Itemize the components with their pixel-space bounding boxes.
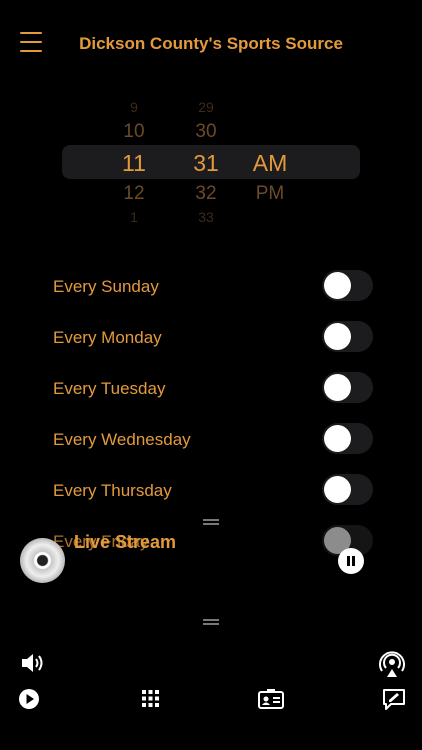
day-label: Every Sunday <box>53 277 159 296</box>
day-label: Every Monday <box>53 328 162 347</box>
time-picker[interactable]: 9 10 11 12 1 29 30 31 32 33 AM PM <box>0 95 422 225</box>
day-label: Every Tuesday <box>53 379 166 398</box>
day-row-thursday: Every Thursday <box>53 474 373 508</box>
picker-hour[interactable]: 10 <box>112 121 156 143</box>
airplay-icon[interactable] <box>378 650 406 678</box>
drag-handle-icon[interactable] <box>203 519 219 525</box>
day-row-sunday: Every Sunday <box>53 270 373 304</box>
day-row-monday: Every Monday <box>53 321 373 355</box>
play-icon[interactable] <box>18 688 40 710</box>
day-row-tuesday: Every Tuesday <box>53 372 373 406</box>
day-toggle-wednesday[interactable] <box>322 423 373 454</box>
day-toggle-tuesday[interactable] <box>322 372 373 403</box>
day-toggle-sunday[interactable] <box>322 270 373 301</box>
drag-handle-icon[interactable] <box>203 619 219 625</box>
album-disc-icon <box>20 538 65 583</box>
day-label: Every Wednesday <box>53 430 191 449</box>
picker-hour-selected[interactable]: 11 <box>112 150 156 177</box>
grid-icon[interactable] <box>142 690 159 707</box>
picker-period-selected[interactable]: AM <box>246 150 294 177</box>
day-label: Every Thursday <box>53 481 172 500</box>
volume-icon[interactable] <box>20 651 46 675</box>
day-toggle-monday[interactable] <box>322 321 373 352</box>
contact-card-icon[interactable] <box>258 689 284 709</box>
picker-hour[interactable]: 12 <box>112 183 156 205</box>
pause-button[interactable] <box>338 548 364 574</box>
picker-minute[interactable]: 29 <box>184 99 228 115</box>
picker-minute[interactable]: 33 <box>184 209 228 225</box>
day-row-wednesday: Every Wednesday <box>53 423 373 457</box>
picker-minute-selected[interactable]: 31 <box>184 150 228 177</box>
day-toggle-thursday[interactable] <box>322 474 373 505</box>
picker-hour[interactable]: 9 <box>112 99 156 115</box>
compose-icon[interactable] <box>382 687 406 711</box>
picker-period[interactable]: PM <box>246 183 294 205</box>
player-title: Live Stream <box>74 532 177 552</box>
picker-hour[interactable]: 1 <box>112 209 156 225</box>
picker-minute[interactable]: 30 <box>184 121 228 143</box>
page-title: Dickson County's Sports Source <box>79 34 343 53</box>
picker-minute[interactable]: 32 <box>184 183 228 205</box>
